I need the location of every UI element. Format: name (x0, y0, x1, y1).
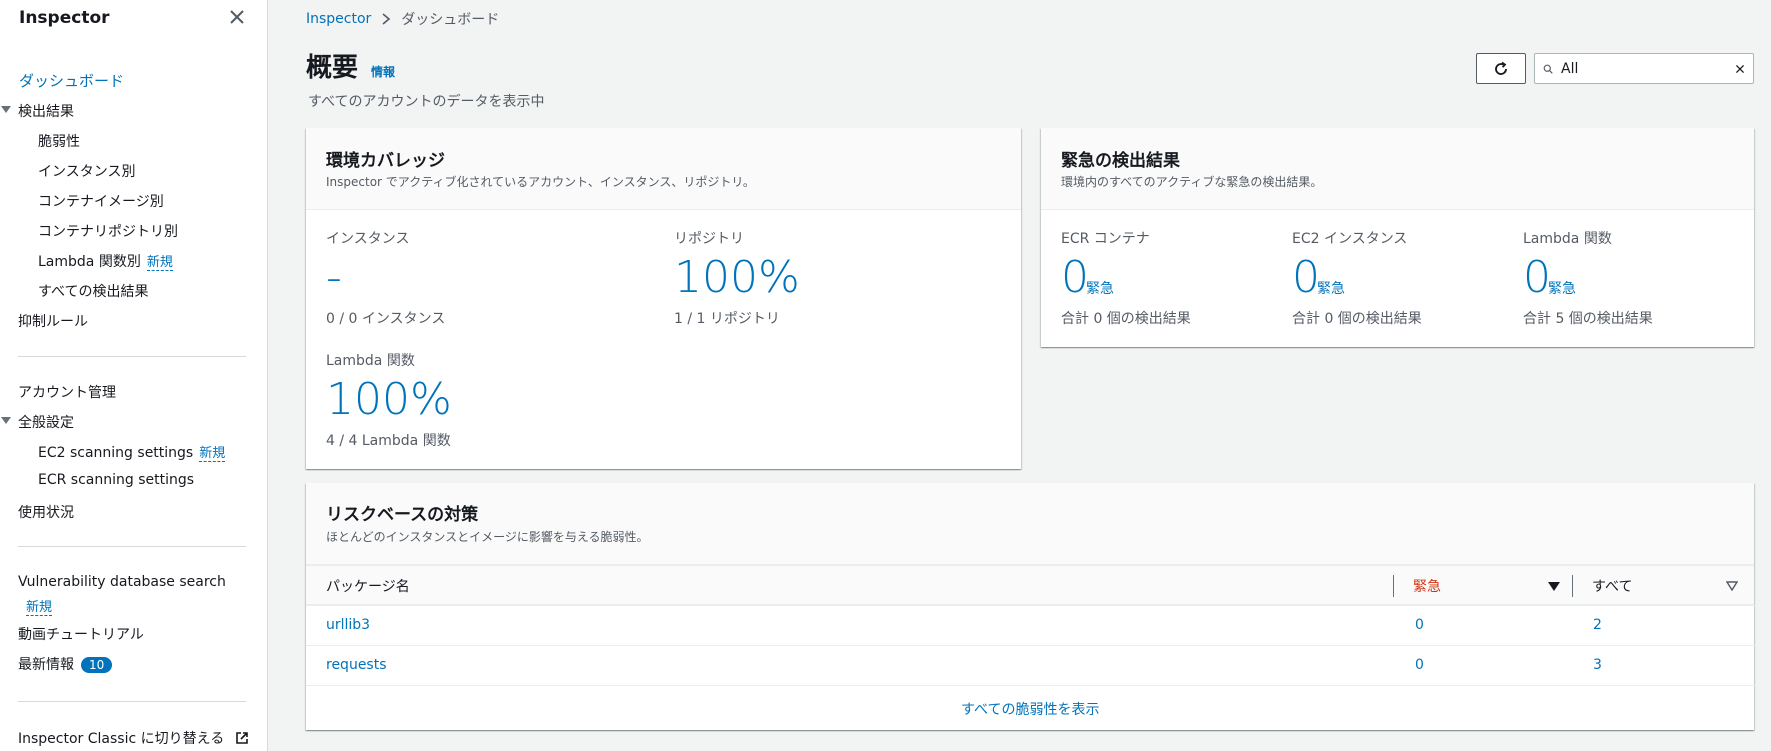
risk-based-card: リスクベースの対策 ほとんどのインスタンスとイメージに影響を与える脆弱性。 パッ… (306, 483, 1756, 730)
breadcrumb: Inspector ダッシュボード (306, 9, 499, 29)
lambda-total: 合計 5 個の検出結果 (1523, 311, 1653, 327)
sort-descending-icon[interactable] (1548, 582, 1560, 591)
ecr-total: 合計 0 個の検出結果 (1061, 311, 1191, 327)
lambda-label: Lambda 関数 (1523, 231, 1612, 247)
ec2-label: EC2 インスタンス (1292, 231, 1408, 247)
sidebar-item-ec2-scanning[interactable]: EC2 scanning settings 新規 (38, 442, 226, 462)
sidebar-item-label: EC2 scanning settings (38, 445, 194, 461)
sidebar-item-vuln-db-search[interactable]: Vulnerability database search (18, 574, 226, 590)
clear-icon[interactable] (1735, 62, 1745, 76)
sidebar-item-dashboard[interactable]: ダッシュボード (19, 70, 124, 91)
breadcrumb-current: ダッシュボード (401, 12, 500, 28)
card-description: 環境内のすべてのアクティブな緊急の検出結果。 (1061, 175, 1323, 189)
column-critical[interactable]: 緊急 (1413, 576, 1441, 596)
repos-value: 100% (674, 252, 800, 303)
close-icon[interactable] (228, 8, 246, 26)
sidebar: Inspector ダッシュボード 検出結果 脆弱性 インスタンス別 コンテナイ… (0, 0, 268, 751)
repos-sub: 1 / 1 リポジトリ (674, 311, 780, 327)
sidebar-item-classic[interactable]: Inspector Classic に切り替える (18, 728, 249, 748)
lambda-sub: 4 / 4 Lambda 関数 (326, 433, 451, 449)
new-badge-wrapper: 新規 (21, 596, 53, 616)
search-icon (1543, 64, 1553, 74)
instances-sub: 0 / 0 インスタンス (326, 311, 446, 327)
card-description: Inspector でアクティブ化されているアカウント、インスタンス、リポジトリ… (326, 175, 755, 189)
sidebar-item-whats-new[interactable]: 最新情報 10 (18, 654, 113, 674)
critical-findings-card: 緊急の検出結果 環境内のすべてのアクティブな緊急の検出結果。 ECR コンテナ … (1041, 128, 1754, 347)
account-filter-input[interactable] (1561, 60, 1735, 77)
card-description: ほとんどのインスタンスとイメージに影響を与える脆弱性。 (326, 530, 649, 544)
breadcrumb-inspector-link[interactable]: Inspector (306, 11, 371, 27)
view-all-vulnerabilities-link[interactable]: すべての脆弱性を表示 (961, 699, 1099, 719)
lambda-label: Lambda 関数 (326, 353, 415, 369)
critical-suffix[interactable]: 緊急 (1086, 278, 1114, 298)
all-count[interactable]: 2 (1593, 617, 1602, 633)
ec2-total: 合計 0 個の検出結果 (1292, 311, 1422, 327)
column-all[interactable]: すべて (1592, 576, 1632, 596)
sidebar-item-ecr-scanning[interactable]: ECR scanning settings (38, 472, 194, 488)
card-title: リスクベースの対策 (326, 505, 479, 525)
column-package[interactable]: パッケージ名 (326, 576, 410, 596)
instances-value: - (326, 252, 342, 303)
account-filter (1534, 53, 1754, 84)
instances-label: インスタンス (326, 231, 410, 247)
new-badge: 新規 (146, 255, 173, 271)
table-row: requests 0 3 (306, 645, 1756, 685)
sidebar-item-video-tutorial[interactable]: 動画チュートリアル (18, 624, 144, 644)
sidebar-item-findings[interactable]: 検出結果 (18, 101, 74, 121)
sidebar-item-usage[interactable]: 使用状況 (18, 502, 74, 522)
critical-count[interactable]: 0 (1415, 617, 1424, 633)
chevron-right-icon (382, 13, 391, 25)
caret-down-icon[interactable] (1, 417, 11, 424)
card-title: 環境カバレッジ (326, 151, 445, 171)
package-link[interactable]: urllib3 (326, 617, 370, 633)
sidebar-item-general-settings[interactable]: 全般設定 (18, 412, 74, 432)
critical-suffix[interactable]: 緊急 (1317, 278, 1345, 298)
sort-icon[interactable] (1726, 581, 1738, 591)
sidebar-item-by-image[interactable]: コンテナイメージ別 (38, 191, 164, 211)
sidebar-item-all-findings[interactable]: すべての検出結果 (38, 281, 148, 301)
lambda-value: 100% (326, 374, 452, 425)
ecr-label: ECR コンテナ (1061, 231, 1150, 247)
ecr-critical-count[interactable]: 0 (1061, 256, 1089, 300)
divider (18, 701, 246, 702)
external-link-icon (235, 732, 248, 744)
lambda-critical-count[interactable]: 0 (1523, 256, 1551, 300)
divider (18, 546, 246, 547)
coverage-card: 環境カバレッジ Inspector でアクティブ化されているアカウント、インスタ… (306, 128, 1021, 469)
new-badge: 新規 (26, 600, 53, 616)
table-footer: すべての脆弱性を表示 (306, 685, 1756, 730)
caret-down-icon[interactable] (1, 106, 11, 113)
table-row: urllib3 0 2 (306, 605, 1756, 645)
sidebar-item-by-repository[interactable]: コンテナリポジトリ別 (38, 221, 178, 241)
sidebar-item-label: Inspector Classic に切り替える (18, 731, 225, 747)
page-subtitle: すべてのアカウントのデータを表示中 (308, 94, 545, 110)
all-count[interactable]: 3 (1593, 657, 1602, 673)
new-badge: 新規 (199, 446, 226, 462)
page-title: 概要 (306, 53, 359, 83)
sidebar-item-vulnerabilities[interactable]: 脆弱性 (38, 131, 80, 151)
sidebar-title: Inspector (19, 8, 110, 28)
info-link[interactable]: 情報 (371, 63, 395, 80)
sidebar-item-account-management[interactable]: アカウント管理 (18, 382, 116, 402)
card-header (306, 483, 1754, 565)
package-link[interactable]: requests (326, 657, 387, 673)
ec2-critical-count[interactable]: 0 (1292, 256, 1320, 300)
count-badge: 10 (81, 657, 113, 673)
column-divider[interactable] (1572, 575, 1573, 597)
critical-suffix[interactable]: 緊急 (1548, 278, 1576, 298)
column-divider[interactable] (1393, 575, 1394, 597)
sidebar-item-label: 最新情報 (18, 657, 74, 673)
table-header: パッケージ名 緊急 すべて (306, 565, 1754, 605)
refresh-button[interactable] (1476, 53, 1526, 84)
refresh-icon (1495, 61, 1507, 75)
sidebar-item-by-lambda[interactable]: Lambda 関数別 新規 (38, 251, 173, 271)
critical-count[interactable]: 0 (1415, 657, 1424, 673)
sidebar-item-by-instance[interactable]: インスタンス別 (38, 161, 135, 181)
card-title: 緊急の検出結果 (1061, 151, 1180, 171)
repos-label: リポジトリ (674, 231, 744, 247)
divider (18, 356, 246, 357)
sidebar-item-label: Lambda 関数別 (38, 254, 141, 270)
sidebar-item-suppression-rules[interactable]: 抑制ルール (18, 311, 88, 331)
